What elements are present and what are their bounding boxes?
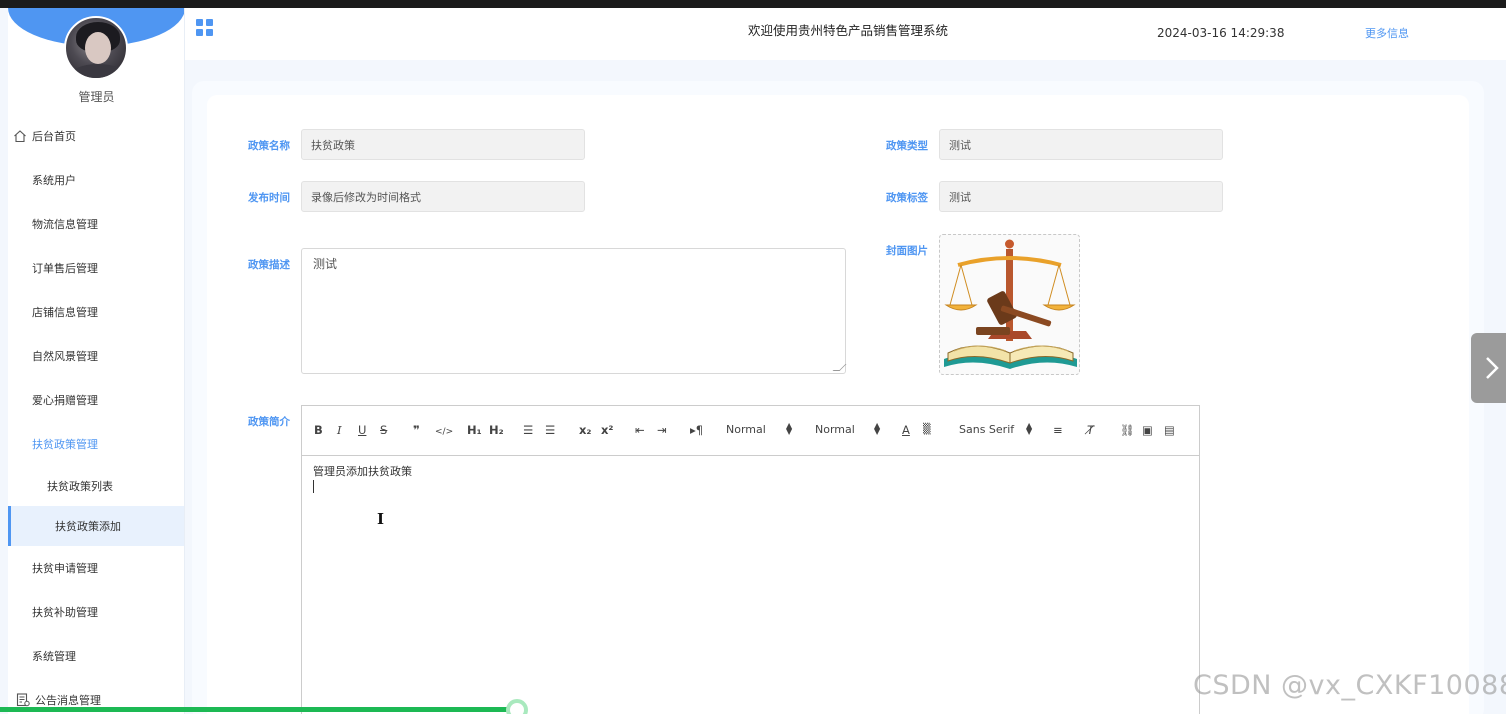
sidebar-item-donation[interactable]: 爱心捐赠管理 bbox=[8, 378, 184, 422]
window-top-bar bbox=[0, 0, 1506, 8]
heading2-icon[interactable]: H₂ bbox=[489, 423, 504, 437]
sidebar-item-label: 系统管理 bbox=[32, 650, 76, 663]
sidebar-subitem-policy-add[interactable]: 扶贫政策添加 bbox=[8, 506, 184, 546]
text-color-icon[interactable]: A bbox=[902, 423, 910, 437]
editor-toolbar: B I U S ❞ </> H₁ H₂ ☰ ☰ x₂ x² ⇤ ⇥ ▸¶ Nor… bbox=[302, 406, 1199, 456]
font-select-arrows-icon: ▲ ▼ bbox=[1026, 421, 1033, 436]
watermark: CSDN @vx_CXKF10088 bbox=[1193, 670, 1506, 701]
outdent-icon[interactable]: ⇤ bbox=[635, 423, 645, 437]
heading1-icon[interactable]: H₁ bbox=[467, 423, 482, 437]
sidebar-item-home[interactable]: 后台首页 bbox=[8, 114, 184, 158]
sidebar-item-after-sales[interactable]: 订单售后管理 bbox=[8, 246, 184, 290]
header-select[interactable]: Normal bbox=[726, 423, 766, 437]
menu-toggle-grid-icon[interactable] bbox=[196, 19, 213, 36]
sidebar-item-label: 扶贫政策添加 bbox=[55, 520, 121, 533]
sidebar-item-shop-info[interactable]: 店铺信息管理 bbox=[8, 290, 184, 334]
user-role-label: 管理员 bbox=[78, 90, 115, 104]
policy-type-label: 政策类型 bbox=[886, 140, 928, 152]
progress-knob[interactable] bbox=[506, 699, 528, 714]
sidebar-item-scenery[interactable]: 自然风景管理 bbox=[8, 334, 184, 378]
sidebar-item-label: 公告消息管理 bbox=[35, 694, 101, 707]
policy-type-input[interactable]: 测试 bbox=[939, 129, 1223, 160]
current-datetime: 2024-03-16 14:29:38 bbox=[1157, 26, 1285, 40]
sidebar-item-label: 扶贫政策管理 bbox=[32, 438, 98, 451]
text-direction-icon[interactable]: ▸¶ bbox=[690, 423, 703, 437]
notice-icon bbox=[16, 693, 30, 707]
size-select[interactable]: Normal bbox=[815, 423, 855, 437]
align-icon[interactable]: ≡ bbox=[1053, 423, 1063, 437]
sidebar-item-label: 自然风景管理 bbox=[32, 350, 98, 363]
publish-time-input[interactable]: 录像后修改为时间格式 bbox=[301, 181, 585, 212]
sidebar-item-label: 扶贫政策列表 bbox=[47, 480, 113, 493]
sidebar-item-label: 订单售后管理 bbox=[32, 262, 98, 275]
blockquote-icon[interactable]: ❞ bbox=[413, 423, 420, 437]
ordered-list-icon[interactable]: ☰ bbox=[523, 423, 533, 437]
resize-handle-icon[interactable] bbox=[832, 364, 847, 371]
sidebar-item-label: 物流信息管理 bbox=[32, 218, 98, 231]
sidebar-menu: 后台首页 系统用户 物流信息管理 订单售后管理 店铺信息管理 自然风景管理 爱心… bbox=[8, 114, 184, 714]
subscript-icon[interactable]: x₂ bbox=[579, 423, 591, 437]
code-block-icon[interactable]: </> bbox=[435, 425, 453, 439]
link-icon[interactable]: ⛓ bbox=[1120, 423, 1135, 437]
indent-icon[interactable]: ⇥ bbox=[657, 423, 667, 437]
progress-bar bbox=[0, 707, 516, 712]
policy-name-input[interactable]: 扶贫政策 bbox=[301, 129, 585, 160]
rich-text-editor[interactable]: B I U S ❞ </> H₁ H₂ ☰ ☰ x₂ x² ⇤ ⇥ ▸¶ Nor… bbox=[301, 405, 1200, 714]
next-page-arrow-button[interactable] bbox=[1471, 333, 1506, 403]
system-title: 欢迎使用贵州特色产品销售管理系统 bbox=[748, 23, 949, 38]
cover-image-label: 封面图片 bbox=[886, 245, 928, 257]
size-select-arrows-icon: ▲ ▼ bbox=[874, 421, 881, 436]
avatar[interactable] bbox=[64, 16, 128, 80]
more-info-link[interactable]: 更多信息 bbox=[1365, 25, 1409, 41]
bullet-list-icon[interactable]: ☰ bbox=[545, 423, 555, 437]
mouse-ibeam-cursor-icon: I bbox=[377, 510, 385, 528]
sidebar-item-system-users[interactable]: 系统用户 bbox=[8, 158, 184, 202]
bold-icon[interactable]: B bbox=[314, 423, 323, 437]
underline-icon[interactable]: U bbox=[358, 423, 366, 437]
policy-desc-text: 测试 bbox=[313, 257, 338, 271]
policy-desc-textarea[interactable]: 测试 bbox=[301, 248, 847, 374]
chevron-right-icon bbox=[1486, 357, 1499, 379]
sidebar-item-poverty-application[interactable]: 扶贫申请管理 bbox=[8, 546, 184, 590]
sidebar-item-label: 店铺信息管理 bbox=[32, 306, 98, 319]
sidebar-item-label: 后台首页 bbox=[32, 130, 76, 143]
background-color-icon[interactable]: ▒ bbox=[923, 423, 931, 437]
policy-tag-label: 政策标签 bbox=[886, 192, 928, 204]
image-icon[interactable]: ▣ bbox=[1142, 423, 1153, 437]
sidebar-item-poverty-subsidy[interactable]: 扶贫补助管理 bbox=[8, 590, 184, 634]
sidebar-item-logistics[interactable]: 物流信息管理 bbox=[8, 202, 184, 246]
sidebar-item-label: 扶贫申请管理 bbox=[32, 562, 98, 575]
editor-content-text: 管理员添加扶贫政策 bbox=[313, 465, 412, 478]
top-header: 欢迎使用贵州特色产品销售管理系统 2024-03-16 14:29:38 更多信… bbox=[185, 8, 1506, 60]
sidebar-item-label: 扶贫补助管理 bbox=[32, 606, 98, 619]
sidebar-item-label: 系统用户 bbox=[32, 174, 76, 187]
policy-intro-label: 政策简介 bbox=[248, 416, 290, 428]
font-select[interactable]: Sans Serif bbox=[959, 423, 1014, 437]
cover-image-upload[interactable] bbox=[939, 234, 1080, 375]
sidebar-item-system-management[interactable]: 系统管理 bbox=[8, 634, 184, 678]
editor-content-area[interactable]: 管理员添加扶贫政策 bbox=[302, 456, 1199, 502]
publish-time-label: 发布时间 bbox=[248, 192, 290, 204]
video-icon[interactable]: ▤ bbox=[1164, 423, 1175, 437]
sidebar-item-label: 爱心捐赠管理 bbox=[32, 394, 98, 407]
strikethrough-icon[interactable]: S bbox=[380, 423, 387, 437]
italic-icon[interactable]: I bbox=[337, 423, 342, 437]
sidebar-item-poverty-policy[interactable]: 扶贫政策管理 bbox=[8, 422, 184, 466]
superscript-icon[interactable]: x² bbox=[601, 423, 613, 437]
clear-format-icon[interactable]: T̸ bbox=[1087, 423, 1094, 437]
text-caret bbox=[313, 480, 314, 493]
sidebar-subitem-policy-list[interactable]: 扶贫政策列表 bbox=[8, 466, 184, 506]
policy-name-label: 政策名称 bbox=[248, 140, 290, 152]
policy-desc-label: 政策描述 bbox=[248, 259, 290, 271]
justice-scale-book-image bbox=[944, 239, 1077, 369]
home-icon bbox=[13, 129, 27, 143]
sidebar: 管理员 后台首页 系统用户 物流信息管理 订单售后管理 店铺信息管理 自然风景管… bbox=[8, 8, 185, 714]
policy-tag-input[interactable]: 测试 bbox=[939, 181, 1223, 212]
header-select-arrows-icon: ▲ ▼ bbox=[786, 421, 793, 436]
